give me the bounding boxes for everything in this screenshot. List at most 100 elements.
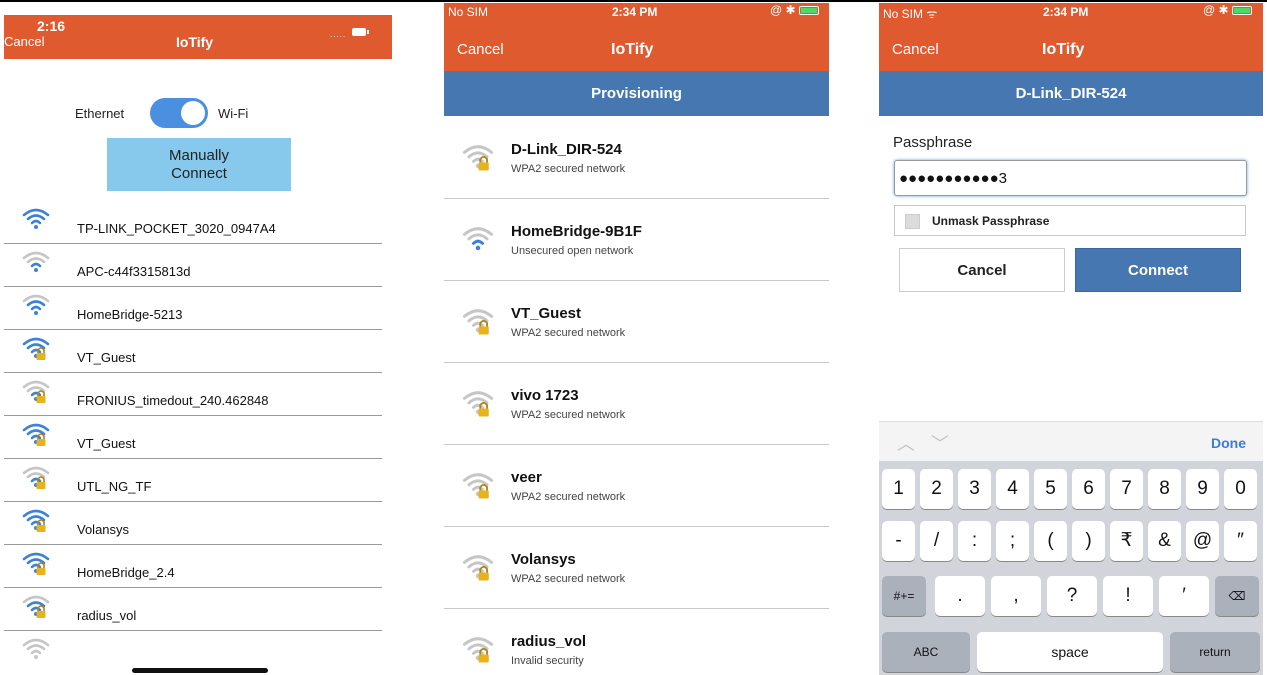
wifi-network-row[interactable]: VT_Guest <box>4 330 382 373</box>
unmask-label: Unmask Passphrase <box>932 214 1050 228</box>
key-abc[interactable]: ABC <box>882 632 970 672</box>
provisioning-network-row[interactable]: vivo 1723 WPA2 secured network <box>444 363 829 445</box>
key-symbol[interactable]: / <box>920 521 953 561</box>
key-symbol[interactable]: @ <box>1186 521 1219 561</box>
key-3[interactable]: 3 <box>958 469 991 509</box>
cancel-button[interactable]: Cancel <box>4 34 44 49</box>
provisioning-network-row[interactable]: D-Link_DIR-524 WPA2 secured network <box>444 117 829 199</box>
done-button[interactable]: Done <box>1211 435 1246 451</box>
key-2[interactable]: 2 <box>920 469 953 509</box>
key-9[interactable]: 9 <box>1186 469 1219 509</box>
connect-button[interactable]: Connect <box>1075 248 1241 292</box>
wifi-network-row[interactable]: Volansys <box>4 502 382 545</box>
selected-network-subheader: D-Link_DIR-524 <box>879 71 1263 116</box>
status-time: 2:34 PM <box>1043 5 1089 19</box>
key-5[interactable]: 5 <box>1034 469 1067 509</box>
wifi-locked-icon <box>21 463 51 495</box>
provisioning-network-row[interactable]: VT_Guest WPA2 secured network <box>444 281 829 363</box>
app-title: IoTify <box>611 41 654 58</box>
chevron-up-icon[interactable]: ︿ <box>897 430 915 456</box>
key-symbol[interactable]: ) <box>1072 521 1105 561</box>
network-security: WPA2 secured network <box>511 491 626 503</box>
network-security: Unsecured open network <box>511 245 634 257</box>
network-name: VT_Guest <box>77 436 136 451</box>
wifi-locked-icon <box>21 506 51 538</box>
keyboard-accessory-bar: ︿ ﹀ Done <box>879 421 1263 461</box>
key-symbol[interactable]: : <box>958 521 991 561</box>
ethernet-wifi-switch[interactable] <box>150 98 208 128</box>
wifi-network-row[interactable]: FRONIUS_timedout_240.462848 <box>4 373 382 416</box>
screen-network-list: 2:16 Cancel IoTify ..... Ethernet Wi-Fi … <box>4 3 392 675</box>
key-symbol[interactable]: ; <box>996 521 1029 561</box>
wifi-network-row[interactable]: HomeBridge_2.4 <box>4 545 382 588</box>
app-header: No SIM 2:34 PM @ ✱ Cancel IoTify <box>444 3 829 71</box>
wifi-network-row[interactable]: APC-c44f3315813d <box>4 244 382 287</box>
battery-icon <box>798 6 819 16</box>
home-indicator[interactable] <box>132 668 268 673</box>
key-symbol[interactable]: & <box>1148 521 1181 561</box>
key-punctuation[interactable]: ! <box>1103 576 1153 616</box>
key-symbol[interactable]: ( <box>1034 521 1067 561</box>
wifi-locked-icon <box>21 420 51 452</box>
status-time: 2:16 <box>37 18 66 34</box>
key-8[interactable]: 8 <box>1148 469 1181 509</box>
provisioning-network-row[interactable]: HomeBridge-9B1F Unsecured open network <box>444 199 829 281</box>
provisioning-network-row[interactable]: Volansys WPA2 secured network <box>444 527 829 609</box>
key-1[interactable]: 1 <box>882 469 915 509</box>
unmask-passphrase-row[interactable]: Unmask Passphrase <box>894 205 1246 236</box>
network-name: UTL_NG_TF <box>77 479 152 494</box>
key-punctuation[interactable]: ′ <box>1159 576 1209 616</box>
network-security: WPA2 secured network <box>511 409 626 421</box>
battery-icon <box>1231 6 1252 16</box>
network-name: VT_Guest <box>511 305 582 322</box>
cancel-passphrase-button[interactable]: Cancel <box>899 248 1065 292</box>
provisioning-network-row[interactable]: veer WPA2 secured network <box>444 445 829 527</box>
wifi-network-row[interactable]: UTL_NG_TF <box>4 459 382 502</box>
passphrase-input[interactable] <box>894 160 1247 196</box>
key-symbol[interactable]: - <box>882 521 915 561</box>
network-name: TP-LINK_POCKET_3020_0947A4 <box>77 221 276 236</box>
network-security: WPA2 secured network <box>511 327 626 339</box>
key-7[interactable]: 7 <box>1110 469 1143 509</box>
cancel-button[interactable]: Cancel <box>892 41 939 58</box>
key-symbol[interactable]: ″ <box>1224 521 1257 561</box>
wifi-locked-icon <box>461 387 495 423</box>
key-4[interactable]: 4 <box>996 469 1029 509</box>
return-key[interactable]: return <box>1170 632 1260 672</box>
wifi-network-row[interactable]: VT_Guest <box>4 416 382 459</box>
network-name: VT_Guest <box>77 350 136 365</box>
wifi-icon <box>21 635 51 667</box>
key-more-symbols[interactable]: #+= <box>882 576 926 616</box>
wifi-network-row[interactable]: TP-LINK_POCKET_3020_0947A4 <box>4 201 382 244</box>
network-security: Invalid security <box>511 655 584 667</box>
wifi-network-row[interactable]: HomeBridge-5213 <box>4 287 382 330</box>
network-name: vivo 1723 <box>511 387 579 404</box>
key-punctuation[interactable]: ? <box>1047 576 1097 616</box>
network-name: D-Link_DIR-524 <box>511 141 622 158</box>
wifi-locked-icon <box>461 305 495 341</box>
wifi-label: Wi-Fi <box>218 106 249 121</box>
unmask-checkbox[interactable] <box>905 214 920 229</box>
network-security: WPA2 secured network <box>511 573 626 585</box>
status-icons: @ ✱ <box>770 3 819 17</box>
wifi-icon <box>21 248 51 280</box>
network-name: veer <box>511 469 542 486</box>
wifi-locked-icon <box>21 377 51 409</box>
wifi-icon <box>21 291 51 323</box>
key-punctuation[interactable]: , <box>991 576 1041 616</box>
key-punctuation[interactable]: . <box>935 576 985 616</box>
wifi-network-row[interactable]: radius_vol <box>4 588 382 631</box>
key-0[interactable]: 0 <box>1224 469 1257 509</box>
key-6[interactable]: 6 <box>1072 469 1105 509</box>
provisioning-network-row[interactable]: radius_vol Invalid security <box>444 609 829 675</box>
cancel-button[interactable]: Cancel <box>457 41 504 58</box>
chevron-down-icon[interactable]: ﹀ <box>931 430 949 456</box>
wifi-locked-icon <box>21 549 51 581</box>
space-key[interactable]: space <box>977 632 1163 672</box>
backspace-key[interactable]: ⌫ <box>1215 576 1259 616</box>
network-name: HomeBridge_2.4 <box>77 565 175 580</box>
network-name: HomeBridge-5213 <box>77 307 183 322</box>
key-symbol[interactable]: ₹ <box>1110 521 1143 561</box>
wifi-icon <box>461 223 495 259</box>
manually-connect-button[interactable]: Manually Connect <box>107 138 291 191</box>
